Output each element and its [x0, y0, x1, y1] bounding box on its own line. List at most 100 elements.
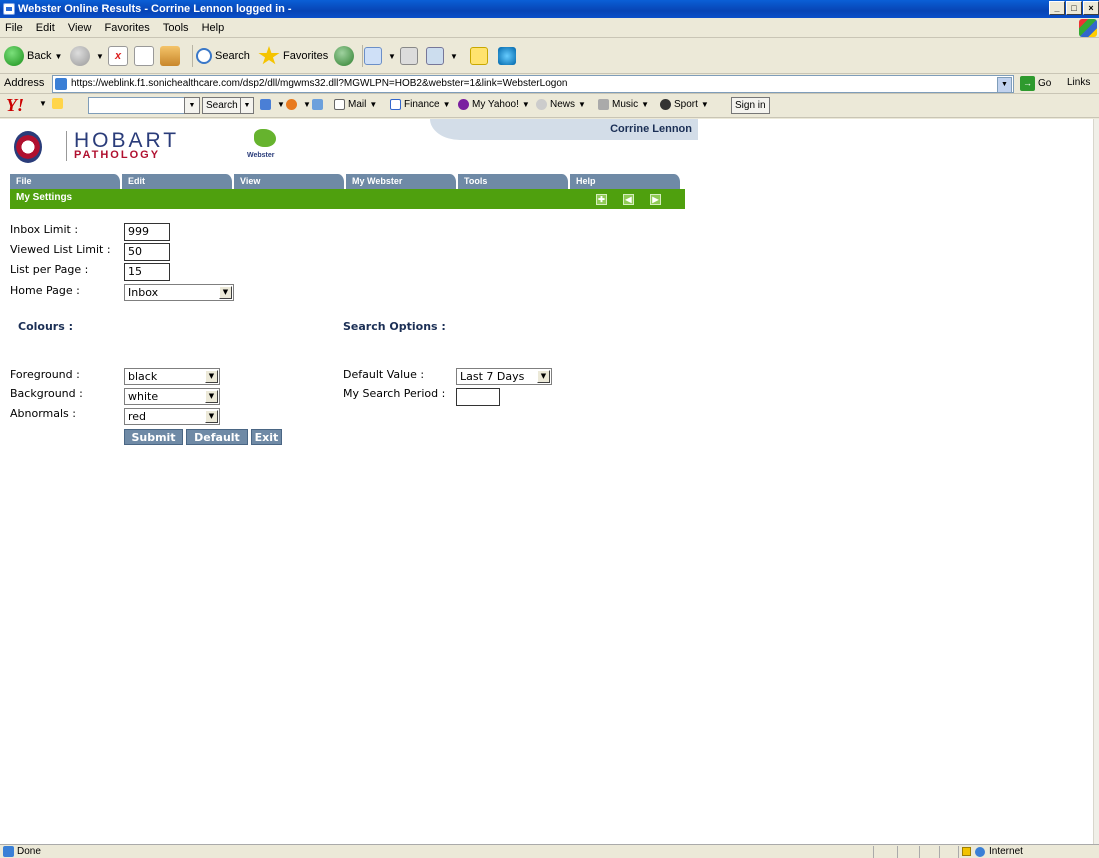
lock-icon	[962, 847, 971, 856]
viewed-list-limit-input[interactable]: 50	[124, 243, 170, 261]
standard-toolbar: Back ▼ ▼ x Search Favorites ▼ ▼	[0, 38, 1099, 74]
mail-icon	[334, 99, 345, 110]
close-button[interactable]: ×	[1083, 1, 1099, 15]
pencil-icon[interactable]	[52, 98, 66, 109]
dropdown-arrow-icon: ▼	[388, 51, 396, 61]
links-toolbar[interactable]: Links	[1067, 77, 1090, 88]
home-icon	[160, 46, 180, 66]
yahoo-search-dropdown[interactable]: ▼	[184, 97, 200, 114]
yahoo-news-label: News	[550, 99, 576, 110]
yahoo-music-label: Music	[612, 99, 639, 110]
submit-button[interactable]: Submit	[124, 429, 183, 445]
yahoo-toolbar: Y! ▼ ▼ Search ▼ ▼ ▼ Mail ▼ Finance ▼ My Ya…	[0, 94, 1099, 118]
minimize-button[interactable]: _	[1049, 1, 1065, 15]
status-divider	[919, 846, 920, 858]
print-button[interactable]	[400, 45, 421, 67]
dropdown-arrow-icon: ▼	[54, 51, 63, 61]
mail-icon	[364, 47, 382, 65]
yahoo-finance-button[interactable]: Finance ▼	[390, 99, 454, 110]
go-arrow-icon: →	[1020, 76, 1035, 91]
menu-file[interactable]: File	[0, 18, 28, 38]
security-zone: Internet	[975, 845, 1023, 858]
note-icon	[470, 47, 488, 65]
mail-button[interactable]: ▼	[364, 45, 399, 67]
default-button[interactable]: Default	[186, 429, 248, 445]
chevron-down-icon: ▼	[537, 370, 550, 383]
yahoo-search-button[interactable]: Search	[202, 97, 242, 114]
windows-logo-icon	[1079, 19, 1097, 37]
address-input[interactable]: https://weblink.f1.sonichealthcare.com/d…	[52, 75, 1014, 93]
pen-icon[interactable]	[312, 99, 326, 110]
media-button[interactable]	[334, 45, 357, 67]
next-arrow-icon[interactable]: ▶	[650, 194, 661, 205]
back-button[interactable]: Back ▼	[4, 45, 65, 67]
search-button[interactable]: Search	[196, 45, 250, 67]
nav-help[interactable]: Help	[570, 174, 682, 189]
window-title: Webster Online Results - Corrine Lennon …	[18, 3, 292, 15]
forward-button[interactable]: ▼	[70, 45, 107, 67]
app-nav-bar: File Edit View My Webster Tools Help	[10, 174, 684, 189]
yahoo-menu-dropdown[interactable]: ▼	[36, 99, 50, 108]
status-text: Done	[17, 846, 41, 857]
nav-tools[interactable]: Tools	[458, 174, 570, 189]
maximize-button[interactable]: □	[1066, 1, 1082, 15]
nav-file[interactable]: File	[10, 174, 122, 189]
edit-page-button[interactable]: ▼	[426, 45, 461, 67]
back-label: Back	[27, 50, 52, 62]
logged-in-user: Corrine Lennon	[610, 123, 692, 135]
nav-view[interactable]: View	[234, 174, 346, 189]
inbox-limit-input[interactable]: 999	[124, 223, 170, 241]
menu-help[interactable]: Help	[197, 18, 230, 38]
window-title-bar[interactable]: Webster Online Results - Corrine Lennon …	[0, 0, 1099, 18]
nav-edit[interactable]: Edit	[122, 174, 234, 189]
menu-favorites[interactable]: Favorites	[100, 18, 155, 38]
list-per-page-label: List per Page :	[10, 263, 89, 276]
yahoo-mail-button[interactable]: Mail ▼	[334, 99, 380, 110]
yahoo-sport-label: Sport	[674, 99, 698, 110]
status-bar: Done Internet	[0, 844, 1099, 858]
foreground-select[interactable]: black ▼	[124, 368, 220, 385]
search-icon	[196, 48, 212, 64]
my-search-period-input[interactable]	[456, 388, 500, 406]
expand-icon[interactable]: ✚	[596, 194, 607, 205]
list-per-page-input[interactable]: 15	[124, 263, 170, 281]
highlight-button[interactable]: ▼	[260, 99, 288, 110]
yahoo-sport-button[interactable]: Sport ▼	[660, 99, 712, 110]
refresh-button[interactable]	[134, 45, 157, 67]
home-button[interactable]	[160, 45, 183, 67]
viewed-list-limit-label: Viewed List Limit :	[10, 243, 111, 256]
user-header-tab: Corrine Lennon	[430, 119, 698, 140]
status-divider	[939, 846, 940, 858]
nav-my-webster[interactable]: My Webster	[346, 174, 458, 189]
exit-button[interactable]: Exit	[251, 429, 282, 445]
yahoo-news-button[interactable]: News ▼	[536, 99, 589, 110]
default-value-select[interactable]: Last 7 Days ▼	[456, 368, 552, 385]
yahoo-sign-in-button[interactable]: Sign in	[731, 97, 770, 114]
yahoo-search-options-dropdown[interactable]: ▼	[240, 97, 254, 114]
status-divider	[958, 846, 959, 858]
favorites-button[interactable]: Favorites	[258, 45, 328, 67]
menu-view[interactable]: View	[63, 18, 97, 38]
anti-spy-button[interactable]: ▼	[286, 99, 314, 110]
favorites-star-icon	[258, 46, 280, 65]
abnormals-select[interactable]: red ▼	[124, 408, 220, 425]
stop-button[interactable]: x	[108, 45, 131, 67]
vertical-scrollbar[interactable]	[1093, 119, 1099, 844]
search-options-heading: Search Options :	[343, 320, 446, 333]
ie-icon	[3, 3, 15, 15]
messenger-button[interactable]	[498, 45, 519, 67]
brand-subtitle: PATHOLOGY	[74, 149, 161, 161]
home-page-label: Home Page :	[10, 284, 80, 297]
menu-tools[interactable]: Tools	[158, 18, 194, 38]
my-yahoo-button[interactable]: My Yahoo! ▼	[458, 99, 533, 110]
discuss-button[interactable]	[470, 45, 491, 67]
go-button[interactable]: → Go	[1020, 76, 1051, 91]
home-page-select[interactable]: Inbox ▼	[124, 284, 234, 301]
previous-arrow-icon[interactable]: ◀	[623, 194, 634, 205]
yahoo-logo[interactable]: Y!	[6, 95, 24, 116]
address-dropdown-button[interactable]: ▼	[997, 77, 1012, 92]
yahoo-music-button[interactable]: Music ▼	[598, 99, 652, 110]
zone-label: Internet	[989, 846, 1023, 857]
menu-edit[interactable]: Edit	[31, 18, 60, 38]
background-select[interactable]: white ▼	[124, 388, 220, 405]
